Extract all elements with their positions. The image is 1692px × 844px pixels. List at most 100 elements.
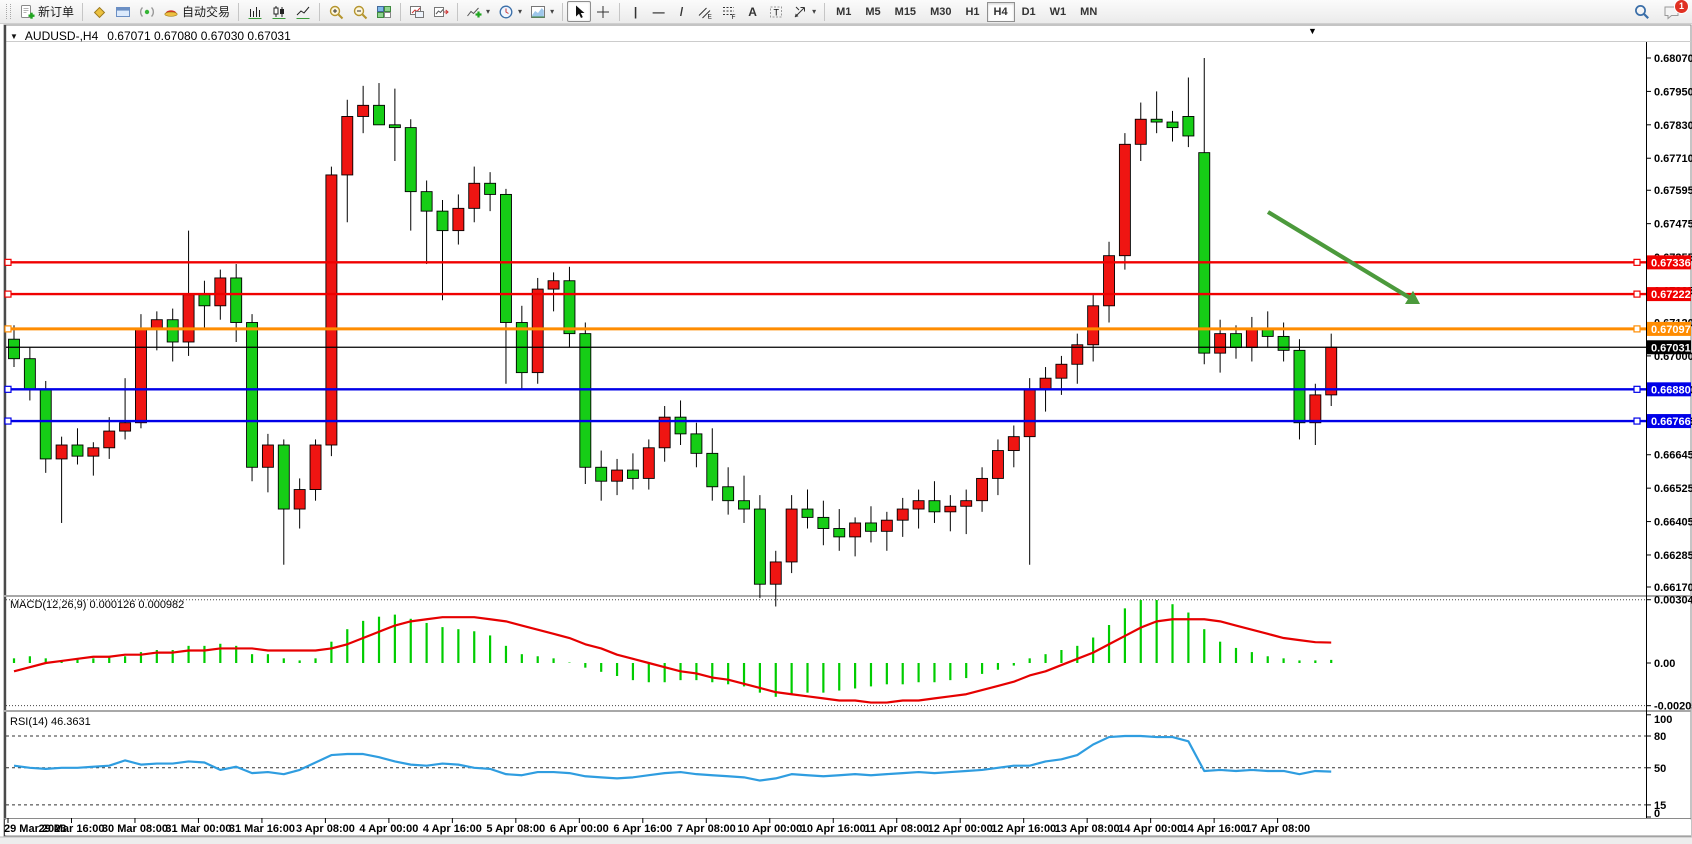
periods-button[interactable]: ▾ xyxy=(494,1,526,22)
x-axis-label: 13 Apr 08:00 xyxy=(1055,823,1120,835)
svg-text:E: E xyxy=(708,13,713,20)
chart-canvas[interactable]: 0.680700.679500.678300.677100.675950.674… xyxy=(0,0,1692,844)
templates-button[interactable]: ▾ xyxy=(526,1,558,22)
signals-icon xyxy=(139,4,155,20)
expand-icon[interactable]: ▼ xyxy=(1308,26,1317,36)
rsi-axis-tick-label: 100 xyxy=(1654,714,1672,726)
chevron-down-icon: ▾ xyxy=(486,7,490,16)
horizontal-line-icon: — xyxy=(653,6,665,18)
x-axis-label: 31 Mar 00:00 xyxy=(165,823,231,835)
svg-text:T: T xyxy=(774,7,780,17)
crosshair-button[interactable] xyxy=(591,1,615,22)
x-axis-label: 14 Apr 00:00 xyxy=(1118,823,1183,835)
separator xyxy=(82,3,83,21)
x-axis-label: 5 Apr 08:00 xyxy=(486,823,545,835)
x-axis-label: 4 Apr 00:00 xyxy=(359,823,418,835)
timeframe-bar: M1M5M15M30H1H4D1W1MN xyxy=(829,2,1104,22)
market-watch-button[interactable] xyxy=(87,1,111,22)
zoom-in-icon xyxy=(328,4,344,20)
equidistant-channel-button[interactable]: E xyxy=(693,1,717,22)
autotrading-button[interactable]: 自动交易 xyxy=(159,1,234,22)
x-axis-label: 7 Apr 08:00 xyxy=(677,823,736,835)
timeframe-button-H1[interactable]: H1 xyxy=(958,2,986,22)
x-axis-label: 29 Mar 16:00 xyxy=(38,823,104,835)
x-axis-label: 31 Mar 16:00 xyxy=(229,823,295,835)
x-axis-label: 3 Apr 08:00 xyxy=(296,823,355,835)
hline-price-label: 0.66880 xyxy=(1651,384,1691,396)
x-axis-label: 6 Apr 16:00 xyxy=(613,823,672,835)
timeframe-button-M15[interactable]: M15 xyxy=(888,2,923,22)
x-axis-label: 12 Apr 16:00 xyxy=(991,823,1056,835)
channel-icon: E xyxy=(697,4,713,20)
macd-axis-tick-label: -0.00205 xyxy=(1654,701,1692,713)
x-axis-label: 4 Apr 16:00 xyxy=(423,823,482,835)
tile-windows-icon xyxy=(376,4,392,20)
price-axis-tick-label: 0.67950 xyxy=(1654,86,1692,98)
x-axis-label: 11 Apr 08:00 xyxy=(865,823,929,835)
candle xyxy=(247,314,258,481)
price-axis-tick-label: 0.67830 xyxy=(1654,120,1692,132)
text-button[interactable]: A xyxy=(741,1,764,22)
candle xyxy=(135,314,146,428)
panel-separator[interactable] xyxy=(4,595,1691,597)
separator xyxy=(562,3,563,21)
new-order-icon xyxy=(19,4,35,20)
notifications-button[interactable]: 1 xyxy=(1659,1,1685,22)
search-button[interactable] xyxy=(1629,1,1655,22)
x-axis-label: 12 Apr 00:00 xyxy=(928,823,993,835)
candlestick-chart-button[interactable] xyxy=(267,1,291,22)
timeframe-button-M30[interactable]: M30 xyxy=(923,2,958,22)
timeframe-button-MN[interactable]: MN xyxy=(1073,2,1104,22)
price-axis-tick-label: 0.66170 xyxy=(1654,582,1692,594)
horizontal-line-button[interactable]: — xyxy=(647,1,670,22)
auto-arrange-button[interactable] xyxy=(405,1,429,22)
zoom-out-button[interactable] xyxy=(348,1,372,22)
separator xyxy=(619,3,620,21)
timeframe-button-D1[interactable]: D1 xyxy=(1015,2,1043,22)
price-axis-tick-label: 0.67710 xyxy=(1654,153,1692,165)
indicators-button[interactable]: ▾ xyxy=(462,1,494,22)
shapes-button[interactable]: ▾ xyxy=(788,1,820,22)
x-axis-label: 10 Apr 16:00 xyxy=(801,823,866,835)
chart-ohlc-values: 0.67071 0.67080 0.67030 0.67031 xyxy=(107,29,291,43)
vertical-line-icon: | xyxy=(634,6,637,18)
timeframe-button-M1[interactable]: M1 xyxy=(829,2,858,22)
price-axis-tick-label: 0.68070 xyxy=(1654,53,1692,65)
separator xyxy=(238,3,239,21)
window-left-edge xyxy=(4,25,6,836)
text-label-button[interactable]: T xyxy=(764,1,788,22)
market-watch-icon xyxy=(91,4,107,20)
autotrading-label: 自动交易 xyxy=(182,3,230,20)
bar-chart-button[interactable] xyxy=(243,1,267,22)
timeframe-button-H4[interactable]: H4 xyxy=(987,2,1015,22)
fibonacci-button[interactable]: F xyxy=(717,1,741,22)
line-chart-button[interactable] xyxy=(291,1,315,22)
bar-chart-icon xyxy=(247,4,263,20)
cursor-button[interactable] xyxy=(567,1,591,22)
panel-separator[interactable] xyxy=(4,710,1691,712)
new-order-button[interactable]: 新订单 xyxy=(15,1,78,22)
separator xyxy=(457,3,458,21)
x-axis-label: 30 Mar 08:00 xyxy=(102,823,168,835)
tile-windows-button[interactable] xyxy=(372,1,396,22)
timeframe-button-M5[interactable]: M5 xyxy=(858,2,887,22)
chart-shift-button[interactable] xyxy=(429,1,453,22)
hline-price-label: 0.66766 xyxy=(1651,416,1691,428)
zoom-in-button[interactable] xyxy=(324,1,348,22)
signals-button[interactable] xyxy=(135,1,159,22)
window-menu-icon[interactable]: ▼ xyxy=(10,32,18,41)
x-axis-label: 17 Apr 08:00 xyxy=(1245,823,1310,835)
toolbar-right-group: 1 xyxy=(1629,1,1687,22)
chart-title: ▼ AUDUSD-,H4 0.67071 0.67080 0.67030 0.6… xyxy=(10,29,291,43)
crosshair-icon xyxy=(595,4,611,20)
toolbar-grip[interactable] xyxy=(6,4,11,19)
data-window-button[interactable] xyxy=(111,1,135,22)
trendline-button[interactable]: / xyxy=(670,1,693,22)
notification-badge: 1 xyxy=(1674,0,1689,14)
candlestick-chart-icon xyxy=(271,4,287,20)
hline-price-label: 0.67336 xyxy=(1651,257,1691,269)
vertical-line-button[interactable]: | xyxy=(624,1,647,22)
price-axis-tick-label: 0.67475 xyxy=(1654,219,1692,231)
timeframe-button-W1[interactable]: W1 xyxy=(1043,2,1074,22)
line-chart-icon xyxy=(295,4,311,20)
